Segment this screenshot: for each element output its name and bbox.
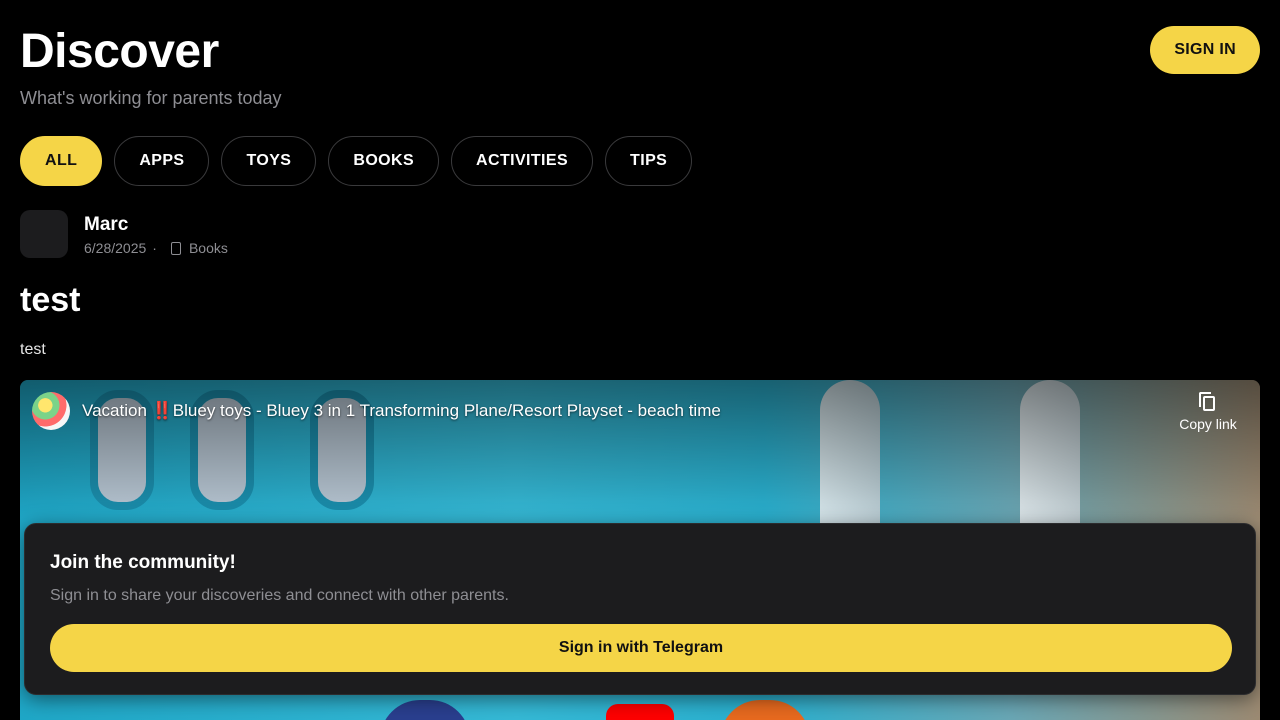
video-title-emphasis: ‼️ [151,401,173,420]
author-name[interactable]: Marc [84,212,228,238]
filter-chips: ALL APPS TOYS BOOKS ACTIVITIES TIPS [20,136,693,186]
discover-page: Discover What's working for parents toda… [0,0,1280,720]
community-card: Join the community! Sign in to share you… [24,523,1256,695]
post-meta-line: 6/28/2025 · Books [84,238,228,258]
page-subtitle: What's working for parents today [20,88,282,108]
post-meta-text: Marc 6/28/2025 · Books [84,210,228,258]
filter-activities[interactable]: ACTIVITIES [451,136,594,186]
page-title: Discover [20,25,219,78]
sign-in-telegram-button[interactable]: Sign in with Telegram [50,624,1232,672]
copy-link-label: Copy link [1179,416,1237,432]
filter-apps[interactable]: APPS [114,136,210,186]
filter-tips[interactable]: TIPS [605,136,693,186]
video-scene-toy [720,700,810,720]
filter-all[interactable]: ALL [20,136,103,186]
post-date: 6/28/2025 [84,240,147,256]
sign-in-button[interactable]: SIGN IN [1150,26,1260,74]
community-title: Join the community! [50,552,236,573]
author-avatar[interactable] [20,210,68,258]
meta-separator: · [152,240,157,256]
post-category: Books [188,240,228,256]
page-header: Discover What's working for parents toda… [20,24,282,110]
post-title: test [20,281,81,319]
channel-avatar[interactable] [32,392,70,430]
filter-toys[interactable]: TOYS [221,136,317,186]
copy-icon [1199,392,1217,412]
video-title-rest: Bluey toys - Bluey 3 in 1 Transforming P… [172,401,721,420]
play-button[interactable] [606,704,674,720]
filter-books[interactable]: BOOKS [328,136,440,186]
copy-link-button[interactable]: Copy link [1176,392,1240,432]
book-icon [170,241,181,255]
video-title[interactable]: Vacation ‼️Bluey toys - Bluey 3 in 1 Tra… [82,400,721,422]
community-text: Sign in to share your discoveries and co… [50,587,509,604]
video-title-prefix: Vacation [82,401,152,420]
video-scene-toy [380,700,470,720]
post-body: test [20,341,46,358]
post-header: Marc 6/28/2025 · Books [20,210,228,258]
